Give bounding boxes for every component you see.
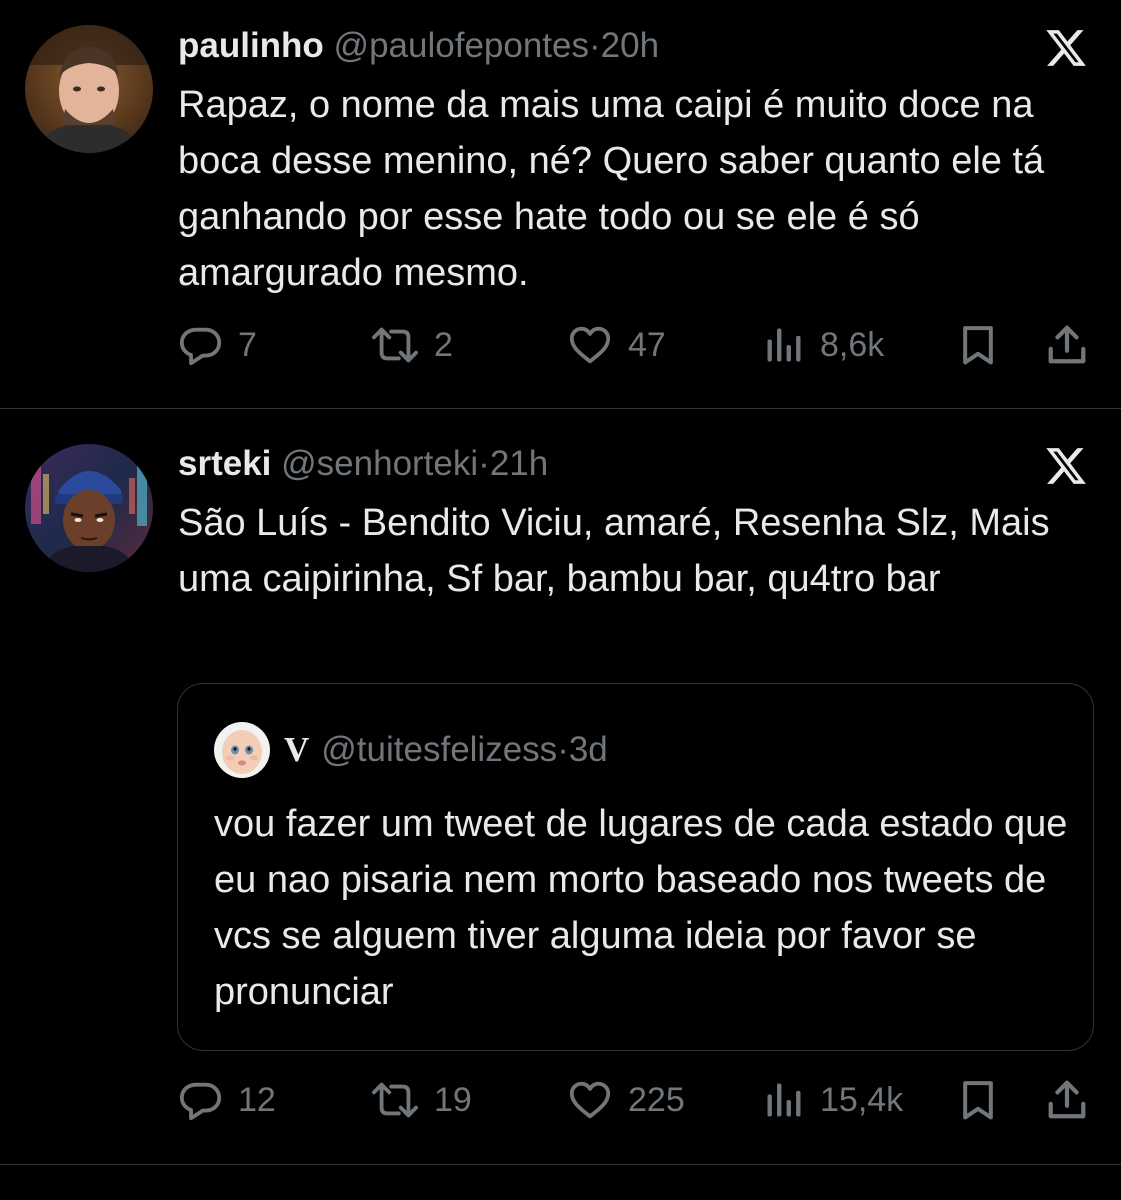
- share-icon: [1048, 325, 1086, 364]
- avatar[interactable]: [25, 25, 153, 153]
- repost-count: 19: [434, 1080, 472, 1119]
- quote-header: V @tuitesfelizess · 3d: [214, 722, 608, 778]
- x-logo-icon[interactable]: [1043, 444, 1089, 488]
- bookmark-icon: [963, 1081, 993, 1120]
- avatar[interactable]: [25, 444, 153, 572]
- reply-button[interactable]: 12: [178, 1076, 276, 1124]
- tweet-divider: [0, 1164, 1121, 1165]
- quote-author-name[interactable]: V: [284, 730, 309, 770]
- reply-icon: [179, 1082, 222, 1121]
- view-count: 15,4k: [820, 1080, 904, 1119]
- separator-dot: ·: [478, 444, 490, 483]
- repost-count: 2: [434, 325, 453, 364]
- view-count: 8,6k: [820, 325, 885, 364]
- views-button[interactable]: 15,4k: [762, 1076, 903, 1124]
- action-bar: 7 2 47 8,6k: [178, 321, 1090, 369]
- like-count: 47: [628, 325, 666, 364]
- repost-button[interactable]: 2: [370, 321, 453, 369]
- quote-timestamp[interactable]: 3d: [569, 730, 608, 770]
- action-bar: 12 19 225 15,4k: [178, 1076, 1090, 1124]
- separator-dot: ·: [589, 26, 601, 65]
- repost-icon: [371, 1082, 418, 1118]
- author-name[interactable]: paulinho: [178, 26, 324, 65]
- tweet-1[interactable]: paulinho @paulofepontes·20h Rapaz, o nom…: [0, 0, 1121, 408]
- avatar-photo: [25, 444, 153, 572]
- heart-icon: [569, 326, 611, 364]
- bookmark-button[interactable]: [956, 1076, 1000, 1124]
- quote-text: vou fazer um tweet de lugares de cada es…: [214, 803, 1068, 1013]
- avatar-photo: [25, 25, 153, 153]
- repost-icon: [371, 327, 418, 363]
- x-logo-icon[interactable]: [1043, 26, 1089, 70]
- tweet-header: srteki @senhorteki·21h: [178, 444, 548, 484]
- author-name[interactable]: srteki: [178, 444, 271, 483]
- quoted-tweet[interactable]: V @tuitesfelizess · 3d vou fazer um tweet …: [177, 683, 1094, 1051]
- bookmark-icon: [963, 326, 993, 365]
- timestamp[interactable]: 20h: [601, 26, 659, 65]
- views-icon: [767, 1083, 801, 1117]
- views-button[interactable]: 8,6k: [762, 321, 884, 369]
- author-handle[interactable]: @senhorteki: [281, 444, 478, 483]
- timestamp[interactable]: 21h: [490, 444, 548, 483]
- heart-icon: [569, 1081, 611, 1119]
- reply-button[interactable]: 7: [178, 321, 257, 369]
- share-button[interactable]: [1044, 1076, 1090, 1124]
- share-icon: [1048, 1080, 1086, 1119]
- quote-avatar[interactable]: [214, 722, 270, 778]
- like-button[interactable]: 225: [566, 1076, 685, 1124]
- repost-button[interactable]: 19: [370, 1076, 472, 1124]
- reply-count: 7: [238, 325, 257, 364]
- views-icon: [767, 328, 801, 362]
- like-button[interactable]: 47: [566, 321, 666, 369]
- tweet-header: paulinho @paulofepontes·20h: [178, 26, 659, 66]
- share-button[interactable]: [1044, 321, 1090, 369]
- separator-dot: ·: [557, 730, 569, 769]
- author-handle[interactable]: @paulofepontes: [334, 26, 589, 65]
- like-count: 225: [628, 1080, 685, 1119]
- tweet-2[interactable]: srteki @senhorteki·21h São Luís - Bendit…: [0, 409, 1121, 1164]
- bookmark-button[interactable]: [956, 321, 1000, 369]
- quote-avatar-photo: [214, 722, 270, 778]
- tweet-text: Rapaz, o nome da mais uma caipi é muito …: [178, 84, 1045, 294]
- reply-icon: [179, 327, 222, 366]
- reply-count: 12: [238, 1080, 276, 1119]
- tweet-text: São Luís - Bendito Viciu, amaré, Resenha…: [178, 502, 1050, 600]
- quote-author-handle[interactable]: @tuitesfelizess: [321, 730, 557, 770]
